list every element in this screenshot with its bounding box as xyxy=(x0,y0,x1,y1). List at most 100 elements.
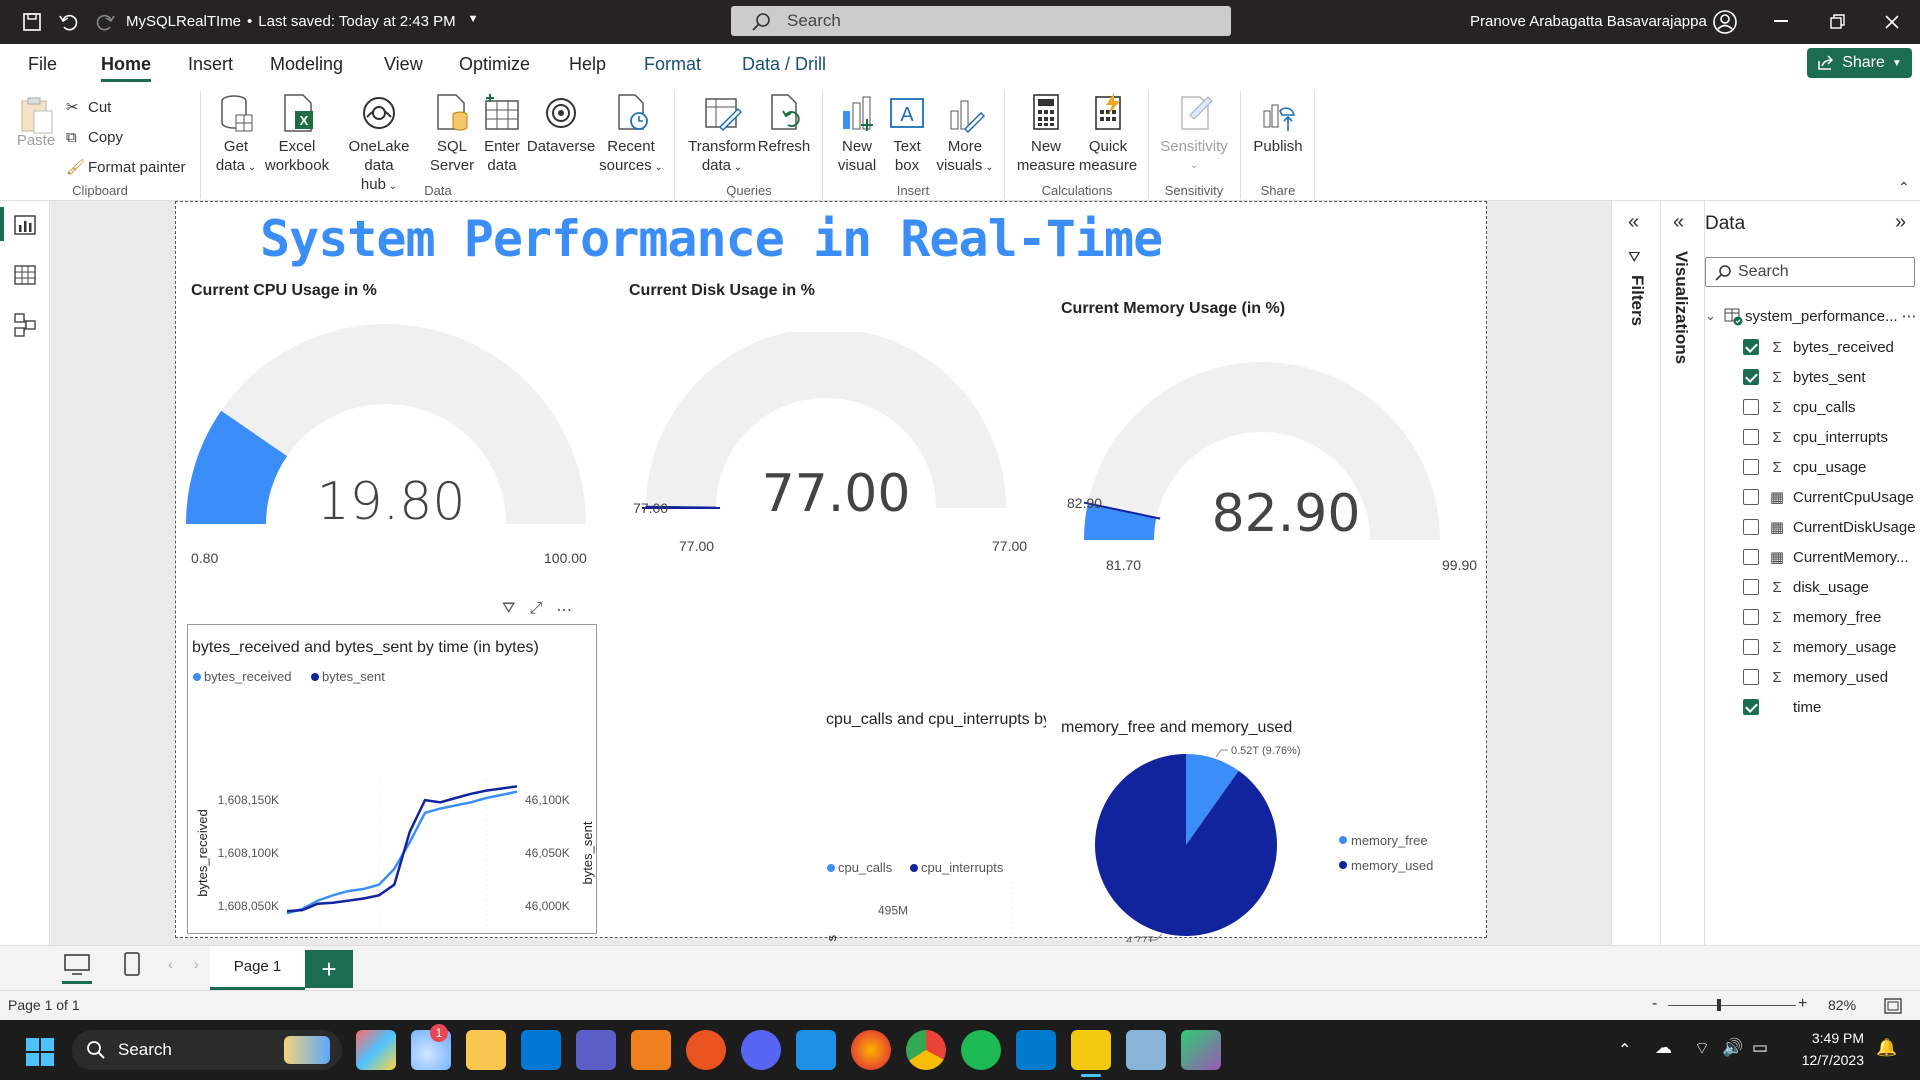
tab-data-drill[interactable]: Data / Drill xyxy=(742,54,826,75)
report-page[interactable]: System Performance in Real-Time Current … xyxy=(175,201,1487,942)
copilot-icon[interactable] xyxy=(356,1030,396,1070)
field-item[interactable]: ▦ CurrentMemory... xyxy=(1743,542,1909,572)
focus-mode-icon[interactable]: ⤢ xyxy=(529,600,542,620)
user-avatar-icon[interactable] xyxy=(1712,9,1738,35)
pie-slice-memory_used[interactable] xyxy=(1095,754,1277,936)
microsoft-store-icon[interactable] xyxy=(521,1030,561,1070)
tab-format[interactable]: Format xyxy=(644,54,701,75)
show-hidden-icons[interactable]: ⌃ xyxy=(1618,1040,1631,1060)
spotify-icon[interactable] xyxy=(961,1030,1001,1070)
field-checkbox[interactable] xyxy=(1743,399,1759,415)
onelake-data-hub-button[interactable]: OneLake data hub ⌄ xyxy=(332,93,426,196)
cpu-line-chart[interactable]: cpu_calls and cpu_interrupts by time cpu_… xyxy=(626,622,1046,942)
new-visual-button[interactable]: New visual xyxy=(830,93,884,175)
paste-button[interactable]: Paste xyxy=(14,93,58,150)
field-checkbox[interactable] xyxy=(1743,639,1759,655)
save-icon[interactable] xyxy=(22,12,42,32)
wifi-icon[interactable]: ⌔ xyxy=(1694,1038,1710,1059)
undo-icon[interactable] xyxy=(58,12,78,32)
visualizations-pane-collapsed[interactable]: « Visualizations xyxy=(1661,201,1705,981)
dataverse-button[interactable]: Dataverse xyxy=(526,93,596,156)
recent-sources-button[interactable]: Recent sources ⌄ xyxy=(596,93,666,177)
zoom-out-icon[interactable]: - xyxy=(1652,995,1657,1013)
field-item[interactable]: Σbytes_received xyxy=(1743,332,1894,362)
zoom-slider[interactable] xyxy=(1668,1005,1796,1006)
onedrive-icon[interactable]: ☁ xyxy=(1655,1038,1672,1058)
publish-button[interactable]: Publish xyxy=(1248,93,1308,156)
expand-visualizations-icon[interactable]: « xyxy=(1673,211,1684,234)
collapse-filters-icon[interactable]: « xyxy=(1628,211,1639,234)
tab-file[interactable]: File xyxy=(28,54,57,75)
report-view-icon[interactable] xyxy=(14,215,36,235)
field-checkbox[interactable] xyxy=(1743,579,1759,595)
tab-insert[interactable]: Insert xyxy=(188,54,233,75)
more-options-icon[interactable]: ⋯ xyxy=(1902,307,1917,325)
page-tab-1[interactable]: Page 1 xyxy=(210,946,305,990)
table-view-icon[interactable] xyxy=(14,265,36,285)
field-item[interactable]: Σbytes_sent xyxy=(1743,362,1866,392)
tab-view[interactable]: View xyxy=(384,54,423,75)
chrome-icon[interactable] xyxy=(906,1030,946,1070)
quick-measure-button[interactable]: Quick measure xyxy=(1074,93,1142,175)
volume-icon[interactable]: 🔊 xyxy=(1722,1038,1743,1058)
search-box[interactable]: Search xyxy=(731,6,1231,36)
minimize-button[interactable] xyxy=(1774,20,1788,22)
zoom-in-icon[interactable]: + xyxy=(1798,995,1807,1013)
discord-icon[interactable] xyxy=(741,1030,781,1070)
firefox-icon[interactable] xyxy=(851,1030,891,1070)
ubuntu-icon[interactable] xyxy=(686,1030,726,1070)
docker-icon[interactable] xyxy=(796,1030,836,1070)
share-button[interactable]: Share ▼ xyxy=(1807,48,1912,78)
memory-pie-chart[interactable]: memory_free and memory_used 0.52T (9.76%)… xyxy=(1056,622,1476,942)
new-measure-button[interactable]: New measure xyxy=(1012,93,1080,175)
field-checkbox[interactable] xyxy=(1743,699,1759,715)
clock-time[interactable]: 3:49 PM xyxy=(1806,1030,1864,1046)
add-page-button[interactable]: + xyxy=(305,950,353,988)
get-data-button[interactable]: Get data ⌄ xyxy=(208,93,264,177)
field-item[interactable]: Σmemory_usage xyxy=(1743,632,1896,662)
tab-help[interactable]: Help xyxy=(569,54,606,75)
field-checkbox[interactable] xyxy=(1743,549,1759,565)
zoom-slider-thumb[interactable] xyxy=(1717,999,1721,1011)
field-item[interactable]: time xyxy=(1743,692,1821,722)
mobile-layout-icon[interactable] xyxy=(124,952,140,976)
filters-pane-collapsed[interactable]: « ⛛ Filters xyxy=(1611,201,1661,981)
restore-button[interactable] xyxy=(1830,14,1846,30)
app-icon[interactable] xyxy=(631,1030,671,1070)
more-visuals-button[interactable]: More visuals ⌄ xyxy=(934,93,996,177)
field-item[interactable]: Σcpu_usage xyxy=(1743,452,1866,482)
field-item[interactable]: Σmemory_used xyxy=(1743,662,1888,692)
windows-start-icon[interactable] xyxy=(26,1038,54,1066)
field-checkbox[interactable] xyxy=(1743,429,1759,445)
field-item[interactable]: Σcpu_interrupts xyxy=(1743,422,1888,452)
data-search-input[interactable]: Search xyxy=(1705,257,1915,287)
field-item[interactable]: ▦ CurrentCpuUsage xyxy=(1743,482,1914,512)
field-checkbox[interactable] xyxy=(1743,519,1759,535)
teams-icon[interactable] xyxy=(576,1030,616,1070)
close-button[interactable] xyxy=(1884,14,1900,30)
collapse-data-pane-icon[interactable]: » xyxy=(1895,211,1906,234)
notification-bell-icon[interactable]: 🔔 xyxy=(1876,1038,1897,1058)
field-checkbox[interactable] xyxy=(1743,339,1759,355)
format-painter-button[interactable]: 🖌 Format painter xyxy=(66,153,186,183)
sql-server-button[interactable]: SQL Server xyxy=(428,93,476,175)
field-item[interactable]: Σcpu_calls xyxy=(1743,392,1856,422)
taskbar-search[interactable]: Search xyxy=(72,1030,342,1070)
bytes-line-chart[interactable]: bytes_received and bytes_sent by time (i… xyxy=(187,624,597,936)
excel-workbook-button[interactable]: X Excel workbook xyxy=(262,93,332,175)
sensitivity-button[interactable]: Sensitivity ⌄ xyxy=(1156,93,1232,175)
field-checkbox[interactable] xyxy=(1743,489,1759,505)
field-item[interactable]: Σmemory_free xyxy=(1743,602,1881,632)
collapse-ribbon-icon[interactable]: ⌃ xyxy=(1898,179,1910,196)
prev-page-icon[interactable]: ‹ xyxy=(168,956,173,972)
filter-icon[interactable]: ⛛ xyxy=(502,600,515,620)
vscode-icon[interactable] xyxy=(1016,1030,1056,1070)
tab-modeling[interactable]: Modeling xyxy=(270,54,343,75)
redo-icon[interactable] xyxy=(96,12,116,32)
field-checkbox[interactable] xyxy=(1743,459,1759,475)
battery-icon[interactable]: ▭ xyxy=(1752,1038,1768,1058)
field-checkbox[interactable] xyxy=(1743,669,1759,685)
refresh-button[interactable]: Refresh xyxy=(756,93,812,156)
text-box-button[interactable]: A Text box xyxy=(884,93,930,175)
app-icon[interactable] xyxy=(1181,1030,1221,1070)
